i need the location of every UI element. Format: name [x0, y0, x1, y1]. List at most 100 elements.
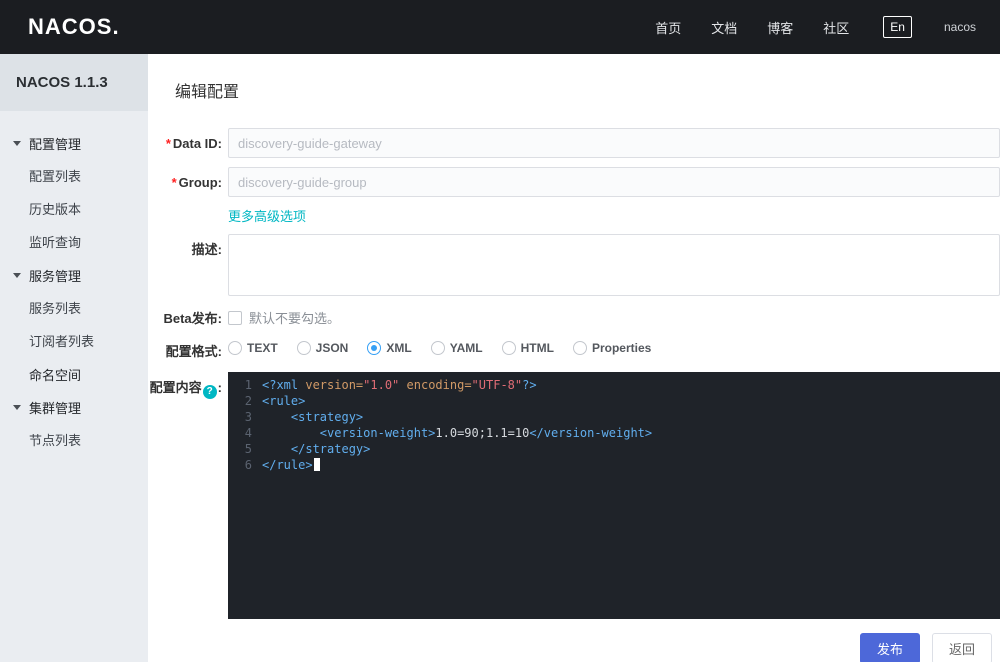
code-text: </rule>	[262, 457, 320, 473]
code-line: 1 <?xml version="1.0" encoding="UTF-8"?>	[228, 377, 1000, 393]
code-line: 4 <version-weight>1.0=90;1.1=10</version…	[228, 425, 1000, 441]
format-radio-html[interactable]: HTML	[501, 341, 554, 355]
language-toggle[interactable]: En	[883, 16, 912, 38]
nav-home[interactable]: 首页	[655, 18, 681, 37]
radio-icon	[296, 341, 311, 355]
user-menu[interactable]: nacos	[944, 20, 976, 34]
data-id-input	[228, 128, 1000, 158]
format-radio-label: JSON	[315, 341, 349, 355]
content-label: 配置内容?:	[148, 372, 222, 399]
format-radio-json[interactable]: JSON	[296, 341, 349, 355]
text-cursor	[313, 458, 320, 471]
sidebar-menu: 配置管理配置列表 历史版本 监听查询服务管理服务列表 订阅者列表命名空间集群管理节点列…	[0, 111, 148, 457]
main-content: 编辑配置 *Data ID: *Group: 更多高级选项 描述:	[148, 54, 1000, 662]
content-field: 1 <?xml version="1.0" encoding="UTF-8"?> 2…	[228, 372, 1000, 619]
format-radio-label: YAML	[449, 341, 483, 355]
format-radio-xml[interactable]: XML	[367, 341, 412, 355]
code-text: <rule>	[262, 394, 306, 408]
sidebar-item-label: 服务管理	[29, 269, 82, 284]
line-number: 6	[244, 458, 252, 472]
data-id-label-text: Data ID:	[172, 135, 222, 151]
code-text: <strategy>	[290, 410, 364, 424]
sidebar-item-subscriber-list[interactable]: 订阅者列表	[0, 325, 148, 358]
required-mark: *	[165, 135, 171, 151]
sidebar-item-service-list[interactable]: 服务列表	[0, 292, 148, 325]
beta-label: Beta发布:	[163, 311, 222, 326]
group-row: * Group:	[148, 167, 1000, 197]
line-number: 5	[244, 442, 252, 456]
page-layout: NACOS 1.1.3 配置管理配置列表 历史版本 监听查询服务管理服务列表 订阅者列…	[0, 54, 1000, 662]
sidebar-version: NACOS 1.1.3	[0, 54, 148, 111]
code-line: 6 </rule>	[228, 457, 1000, 473]
sidebar-item-history-versions[interactable]: 历史版本	[0, 193, 148, 226]
content-row: 配置内容?: 1 <?xml version="1.0" encoding="UT…	[148, 372, 1000, 619]
action-buttons: 发布 返回	[148, 633, 1000, 662]
advanced-options-link[interactable]: 更多高级选项	[228, 206, 306, 225]
code-text: <version-weight>1.0=90;1.1=10</version-w…	[319, 426, 653, 440]
data-id-field	[228, 128, 1000, 158]
sidebar-item-service-management[interactable]: 服务管理	[0, 259, 148, 292]
format-radio-label: HTML	[520, 341, 554, 355]
format-radio-label: Properties	[591, 341, 652, 355]
caret-down-icon	[13, 405, 21, 410]
caret-down-icon	[13, 273, 21, 278]
help-icon[interactable]: ?	[202, 384, 217, 399]
sidebar-item-config-list[interactable]: 配置列表	[0, 160, 148, 193]
line-number: 3	[244, 410, 252, 424]
code-line: 3 <strategy>	[228, 409, 1000, 425]
format-radio-label: TEXT	[247, 341, 278, 355]
radio-icon	[501, 341, 516, 355]
code-line: 2 <rule>	[228, 393, 1000, 409]
top-navbar: NACOS. 首页 文档 博客 社区 En nacos	[0, 0, 1000, 54]
group-input	[228, 167, 1000, 197]
beta-hint: 默认不要勾选。	[249, 311, 341, 326]
group-label: * Group:	[148, 175, 222, 190]
description-field	[228, 234, 1000, 296]
format-radio-properties[interactable]: Properties	[572, 341, 652, 355]
description-row: 描述:	[148, 234, 1000, 296]
sidebar-item-namespace[interactable]: 命名空间	[0, 358, 148, 391]
format-radio-text[interactable]: TEXT	[228, 341, 278, 355]
group-label-text: Group:	[178, 174, 222, 190]
beta-checkbox[interactable]	[228, 310, 242, 325]
format-radio-label: XML	[386, 341, 412, 355]
code-text: </strategy>	[290, 442, 371, 456]
content-label-text: 配置内容	[149, 380, 202, 395]
radio-icon	[430, 341, 445, 355]
nav-community[interactable]: 社区	[823, 18, 849, 37]
format-label: 配置格式:	[165, 344, 222, 359]
sidebar-item-label: 命名空间	[29, 368, 82, 383]
radio-icon	[572, 341, 587, 355]
sidebar-item-config-management[interactable]: 配置管理	[0, 127, 148, 160]
nav-docs[interactable]: 文档	[711, 18, 737, 37]
format-row: 配置格式: TEXT JSON XML YAML HTML Properties	[148, 341, 1000, 360]
format-radio-group: TEXT JSON XML YAML HTML Properties	[228, 341, 1000, 360]
description-textarea[interactable]	[228, 234, 1000, 296]
sidebar-item-label: 集群管理	[29, 401, 82, 416]
caret-down-icon	[13, 141, 21, 146]
content-label-colon: :	[217, 380, 222, 395]
advanced-options-row: 更多高级选项	[148, 206, 1000, 226]
sidebar-item-cluster-management[interactable]: 集群管理	[0, 391, 148, 424]
data-id-label: * Data ID:	[148, 136, 222, 151]
nav-blog[interactable]: 博客	[767, 18, 793, 37]
line-number: 2	[244, 394, 252, 408]
line-number: 1	[244, 378, 252, 392]
sidebar-item-listening-query[interactable]: 监听查询	[0, 226, 148, 259]
data-id-row: * Data ID:	[148, 128, 1000, 158]
group-field	[228, 167, 1000, 197]
line-number: 4	[244, 426, 252, 440]
beta-field: 默认不要勾选。	[228, 308, 1000, 327]
code-text: <?xml version="1.0" encoding="UTF-8"?>	[262, 378, 537, 392]
radio-selected-icon	[367, 341, 382, 355]
sidebar-item-label: 配置管理	[29, 137, 82, 152]
sidebar: NACOS 1.1.3 配置管理配置列表 历史版本 监听查询服务管理服务列表 订阅者列…	[0, 54, 148, 662]
publish-button[interactable]: 发布	[859, 633, 920, 662]
config-content-editor[interactable]: 1 <?xml version="1.0" encoding="UTF-8"?> 2…	[228, 372, 1000, 619]
nacos-logo[interactable]: NACOS.	[28, 14, 120, 40]
format-radio-yaml[interactable]: YAML	[430, 341, 483, 355]
navbar-links: 首页 文档 博客 社区 En nacos	[625, 16, 976, 38]
back-button[interactable]: 返回	[931, 633, 992, 662]
required-mark: *	[171, 174, 177, 190]
sidebar-item-node-list[interactable]: 节点列表	[0, 424, 148, 457]
